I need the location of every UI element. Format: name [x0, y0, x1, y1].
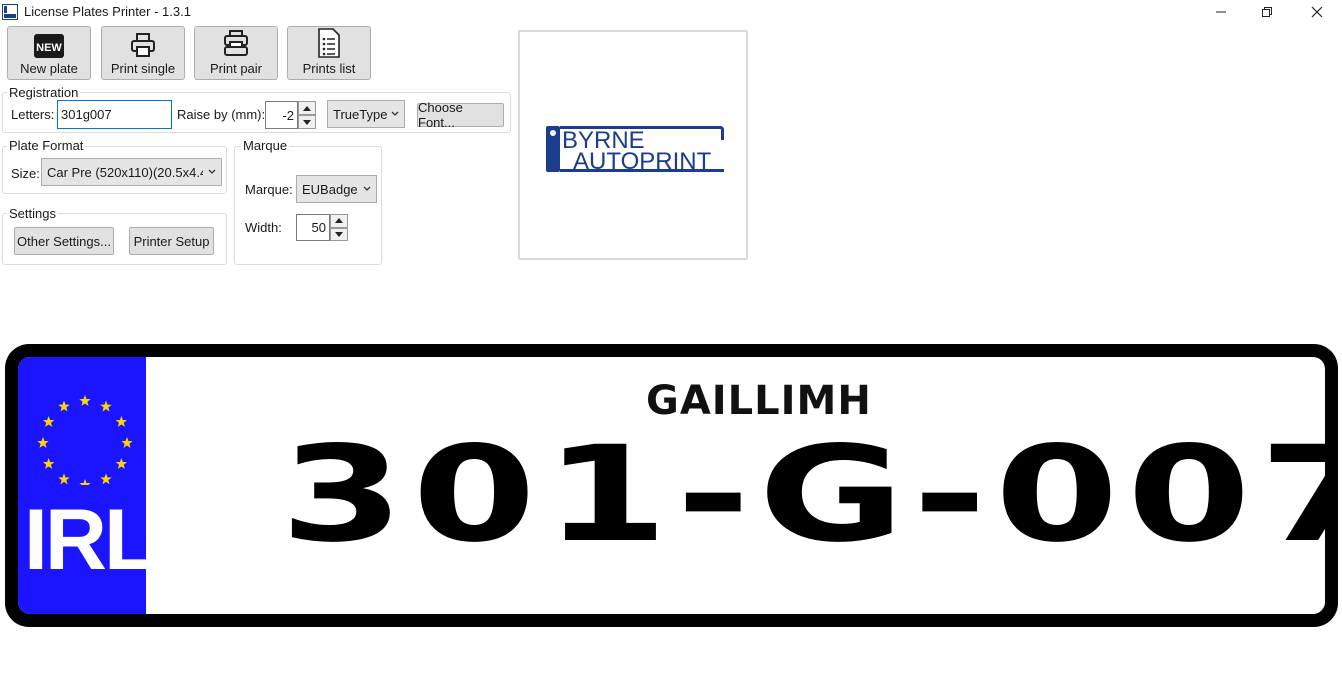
svg-text:AUTOPRINT: AUTOPRINT [573, 148, 712, 175]
list-document-icon [318, 28, 340, 58]
minimize-button[interactable] [1198, 0, 1244, 24]
minimize-icon [1216, 11, 1226, 13]
plate-face: IRL GAILLIMH 301-G-007 [18, 357, 1325, 614]
window-title: License Plates Printer - 1.3.1 [24, 4, 191, 19]
other-settings-button[interactable]: Other Settings... [14, 227, 114, 255]
new-plate-label: New plate [20, 61, 78, 76]
eu-stars-icon [37, 395, 133, 485]
eu-star [37, 437, 49, 448]
eu-star [100, 473, 112, 485]
size-label: Size: [11, 166, 40, 181]
raise-by-stepper[interactable] [298, 101, 316, 129]
country-code: IRL [24, 492, 157, 588]
eu-star [121, 437, 133, 448]
raise-by-label: Raise by (mm): [177, 107, 266, 122]
print-pair-button[interactable]: Print pair [194, 26, 278, 80]
marque-group-title: Marque [241, 138, 290, 153]
printer-icon [131, 33, 155, 57]
registration-group-title: Registration [7, 85, 81, 100]
settings-group-title: Settings [7, 206, 58, 221]
eu-star [79, 395, 91, 406]
close-button[interactable] [1294, 0, 1340, 24]
eu-star [79, 479, 91, 485]
eu-star [58, 473, 70, 485]
choose-font-button[interactable]: Choose Font... [417, 100, 504, 130]
chevron-down-icon [391, 111, 399, 116]
eu-star [100, 400, 112, 412]
marque-group [234, 146, 382, 265]
plate-format-group-title: Plate Format [7, 138, 86, 153]
raise-by-input[interactable]: -2 [265, 101, 298, 129]
byrne-autoprint-logo: BYRNE AUTOPRINT [546, 126, 724, 175]
prints-list-label: Prints list [302, 61, 356, 76]
marque-select[interactable]: EUBadge [296, 175, 377, 203]
spin-up-icon[interactable] [298, 101, 316, 115]
restore-icon [1262, 7, 1272, 17]
letters-label: Letters: [11, 107, 55, 122]
svg-text:NEW: NEW [36, 42, 62, 54]
eu-star [115, 416, 128, 427]
title-bar: License Plates Printer - 1.3.1 [0, 0, 1342, 24]
plate-preview: IRL GAILLIMH 301-G-007 [5, 344, 1338, 627]
print-single-label: Print single [110, 61, 176, 76]
spin-down-icon[interactable] [298, 115, 316, 129]
font-type-select[interactable]: TrueType [327, 100, 405, 128]
printer-setup-button[interactable]: Printer Setup [129, 227, 214, 255]
eu-star [42, 458, 55, 469]
new-badge-icon: NEW [34, 34, 64, 58]
size-select[interactable]: Car Pre (520x110)(20.5x4.4" [41, 158, 222, 186]
marque-value: EUBadge [302, 181, 358, 197]
eu-band: IRL [18, 357, 157, 614]
chevron-down-icon [208, 169, 216, 174]
registration-number: 301-G-007 [280, 418, 1325, 572]
eu-star [58, 400, 70, 412]
width-stepper[interactable] [330, 214, 348, 241]
eu-star [42, 416, 55, 427]
logo-preview: BYRNE AUTOPRINT [518, 30, 748, 260]
print-pair-label: Print pair [209, 61, 263, 76]
size-value: Car Pre (520x110)(20.5x4.4" [47, 164, 203, 180]
prints-list-button[interactable]: Prints list [287, 26, 371, 80]
marque-label: Marque: [245, 182, 293, 197]
app-icon [2, 4, 18, 20]
font-type-value: TrueType [333, 106, 388, 122]
restore-button[interactable] [1244, 0, 1290, 24]
printer-pair-icon [224, 30, 248, 56]
county-name: GAILLIMH [646, 378, 872, 424]
print-single-button[interactable]: Print single [101, 26, 185, 80]
width-label: Width: [245, 220, 282, 235]
letters-input[interactable]: 301g007 [57, 100, 172, 129]
eu-star [115, 458, 128, 469]
spin-down-icon[interactable] [330, 227, 348, 241]
close-icon [1311, 6, 1323, 18]
spin-up-icon[interactable] [330, 214, 348, 228]
chevron-down-icon [363, 186, 371, 191]
width-input[interactable]: 50 [296, 214, 330, 241]
new-plate-button[interactable]: NEW New plate [7, 26, 91, 80]
